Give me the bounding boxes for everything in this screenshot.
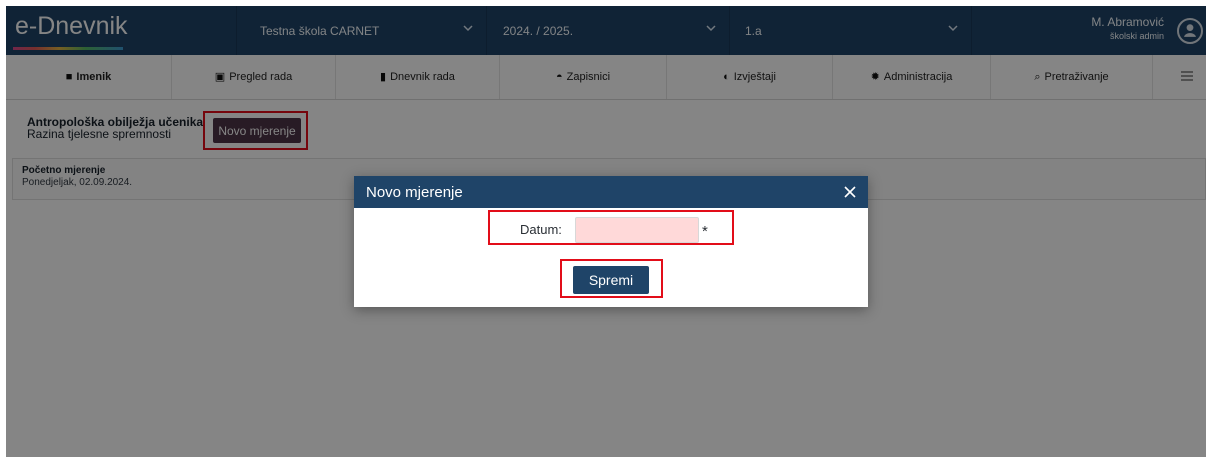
close-button[interactable] [840,182,860,202]
save-button[interactable]: Spremi [573,266,649,294]
new-measurement-modal: Novo mjerenje Datum: * Spremi [354,176,868,307]
date-label: Datum: [520,222,562,237]
required-marker: * [702,223,708,240]
modal-title: Novo mjerenje [366,184,463,201]
close-icon [844,186,856,198]
e-dnevnik-app: e-Dnevnik Testna škola CARNET 2024. / 20… [6,6,1206,457]
date-input[interactable] [575,217,699,243]
modal-header: Novo mjerenje [354,176,868,208]
